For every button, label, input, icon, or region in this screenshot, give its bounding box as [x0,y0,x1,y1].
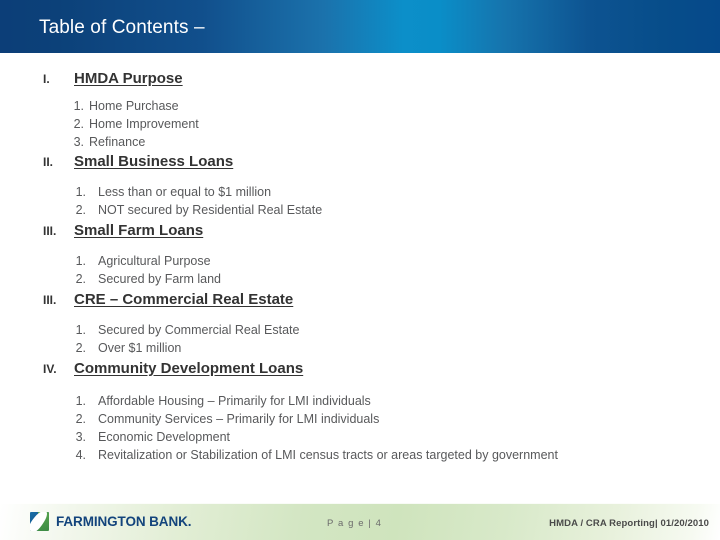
section-heading: III. Small Farm Loans [0,221,720,242]
toc-section-4: III. CRE – Commercial Real Estate 1. Sec… [0,290,720,357]
toc-section-5: IV. Community Development Loans 1. Affor… [0,359,720,464]
list-item-label: Home Purchase [89,99,179,113]
list-item: 2. Over $1 million [0,339,720,357]
list-item-number: 1. [75,185,86,199]
list-item-label: Secured by Farm land [98,272,221,286]
list-item-number: 2. [73,117,84,131]
list-item: 1. Affordable Housing – Primarily for LM… [0,392,720,410]
list-item: 1. Agricultural Purpose [0,252,720,270]
list-item: 2. Community Services – Primarily for LM… [0,410,720,428]
section-sublist: 1. Less than or equal to $1 million 2. N… [0,183,720,219]
section-numeral: III. [43,224,57,238]
list-item-number: 2. [75,203,86,217]
list-item: 4. Revitalization or Stabilization of LM… [0,446,720,464]
list-item-label: Over $1 million [98,341,182,355]
section-title[interactable]: Small Business Loans [74,152,233,171]
slide: Table of Contents – I. HMDA Purpose 1. H… [0,0,720,540]
list-item-label: Agricultural Purpose [98,254,211,268]
list-item-label: Economic Development [98,430,231,444]
list-item-number: 1. [73,99,84,113]
section-title[interactable]: Community Development Loans [74,359,303,378]
slide-title-bar: Table of Contents – [0,0,720,53]
section-numeral: I. [43,72,50,86]
list-item-number: 3. [73,135,84,149]
section-numeral: II. [43,155,54,169]
list-item-number: 1. [75,323,86,337]
brand-name: FARMINGTON BANK. [56,514,192,529]
brand-logo: FARMINGTON BANK. [30,511,192,532]
list-item-number: 2. [75,341,86,355]
section-sublist: 1. Home Purchase 2. Home Improvement 3. … [0,97,720,151]
list-item: 3. Economic Development [0,428,720,446]
section-heading: III. CRE – Commercial Real Estate [0,290,720,311]
list-item: 3. Refinance [0,133,720,151]
section-sublist: 1. Secured by Commercial Real Estate 2. … [0,321,720,357]
list-item-label: NOT secured by Residential Real Estate [98,203,323,217]
list-item-label: Less than or equal to $1 million [98,185,272,199]
list-item: 1. Secured by Commercial Real Estate [0,321,720,339]
list-item-label: Revitalization or Stabilization of LMI c… [98,448,558,462]
list-item: 2. NOT secured by Residential Real Estat… [0,201,720,219]
list-item-number: 3. [75,430,86,444]
section-numeral: IV. [43,362,57,376]
list-item: 1. Less than or equal to $1 million [0,183,720,201]
list-item-label: Secured by Commercial Real Estate [98,323,300,337]
leaf-mark-icon [30,512,49,531]
list-item: 1. Home Purchase [0,97,720,115]
page-title: Table of Contents – [39,17,205,38]
slide-body: I. HMDA Purpose 1. Home Purchase 2. Home… [0,53,720,503]
section-title[interactable]: Small Farm Loans [74,221,203,240]
section-sublist: 1. Agricultural Purpose 2. Secured by Fa… [0,252,720,288]
section-heading: IV. Community Development Loans [0,359,720,380]
list-item-number: 1. [75,394,86,408]
section-heading: II. Small Business Loans [0,152,720,173]
list-item-label: Community Services – Primarily for LMI i… [98,412,380,426]
footer-divider [0,503,720,504]
list-item-label: Affordable Housing – Primarily for LMI i… [98,394,371,408]
section-heading: I. HMDA Purpose [0,69,720,90]
list-item-number: 2. [75,272,86,286]
list-item: 2. Home Improvement [0,115,720,133]
toc-section-3: III. Small Farm Loans 1. Agricultural Pu… [0,221,720,288]
section-numeral: III. [43,293,57,307]
footer-meta-text: HMDA / CRA Reporting| 01/20/2010 [549,518,709,529]
toc-section-1: I. HMDA Purpose 1. Home Purchase 2. Home… [0,69,720,151]
page-number-label: P a g e | 4 [327,518,383,529]
toc-section-2: II. Small Business Loans 1. Less than or… [0,152,720,219]
list-item-label: Refinance [89,135,146,149]
section-title[interactable]: CRE – Commercial Real Estate [74,290,293,309]
section-sublist: 1. Affordable Housing – Primarily for LM… [0,392,720,464]
list-item-label: Home Improvement [89,117,199,131]
list-item: 2. Secured by Farm land [0,270,720,288]
list-item-number: 1. [75,254,86,268]
list-item-number: 2. [75,412,86,426]
list-item-number: 4. [75,448,86,462]
section-title[interactable]: HMDA Purpose [74,69,183,88]
